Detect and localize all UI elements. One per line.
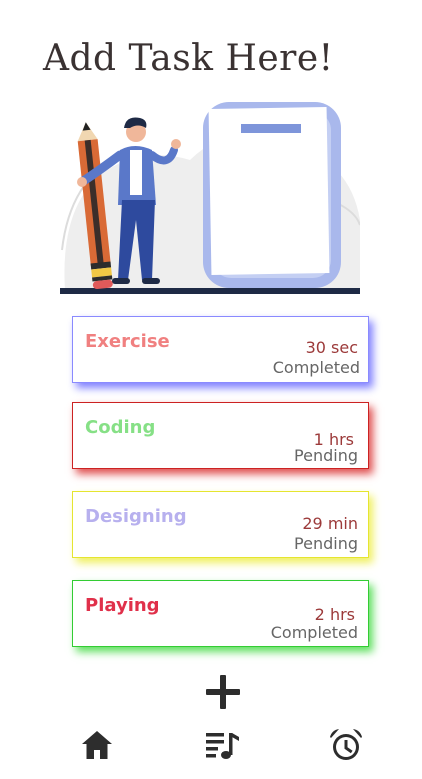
task-status: Pending bbox=[294, 446, 358, 465]
task-duration: 2 hrs bbox=[314, 605, 355, 624]
task-status: Pending bbox=[294, 534, 358, 553]
home-icon[interactable] bbox=[79, 727, 115, 763]
playlist-icon[interactable] bbox=[204, 727, 240, 763]
task-name: Playing bbox=[85, 595, 160, 616]
task-card-playing[interactable]: Playing 2 hrs Completed bbox=[72, 580, 369, 647]
task-name: Exercise bbox=[85, 331, 170, 352]
task-duration: 29 min bbox=[302, 514, 358, 533]
task-name: Coding bbox=[85, 417, 156, 438]
alarm-clock-icon[interactable] bbox=[328, 727, 364, 763]
task-illustration bbox=[60, 102, 360, 294]
task-duration: 30 sec bbox=[305, 338, 358, 357]
task-status: Completed bbox=[272, 358, 360, 377]
task-card-exercise[interactable]: Exercise 30 sec Completed bbox=[72, 316, 369, 383]
task-card-coding[interactable]: Coding 1 hrs Pending bbox=[72, 402, 369, 469]
task-status: Completed bbox=[270, 623, 358, 642]
page-title: Add Task Here! bbox=[43, 38, 334, 79]
plus-icon[interactable] bbox=[203, 672, 243, 712]
task-card-designing[interactable]: Designing 29 min Pending bbox=[72, 491, 369, 558]
task-name: Designing bbox=[85, 506, 187, 527]
